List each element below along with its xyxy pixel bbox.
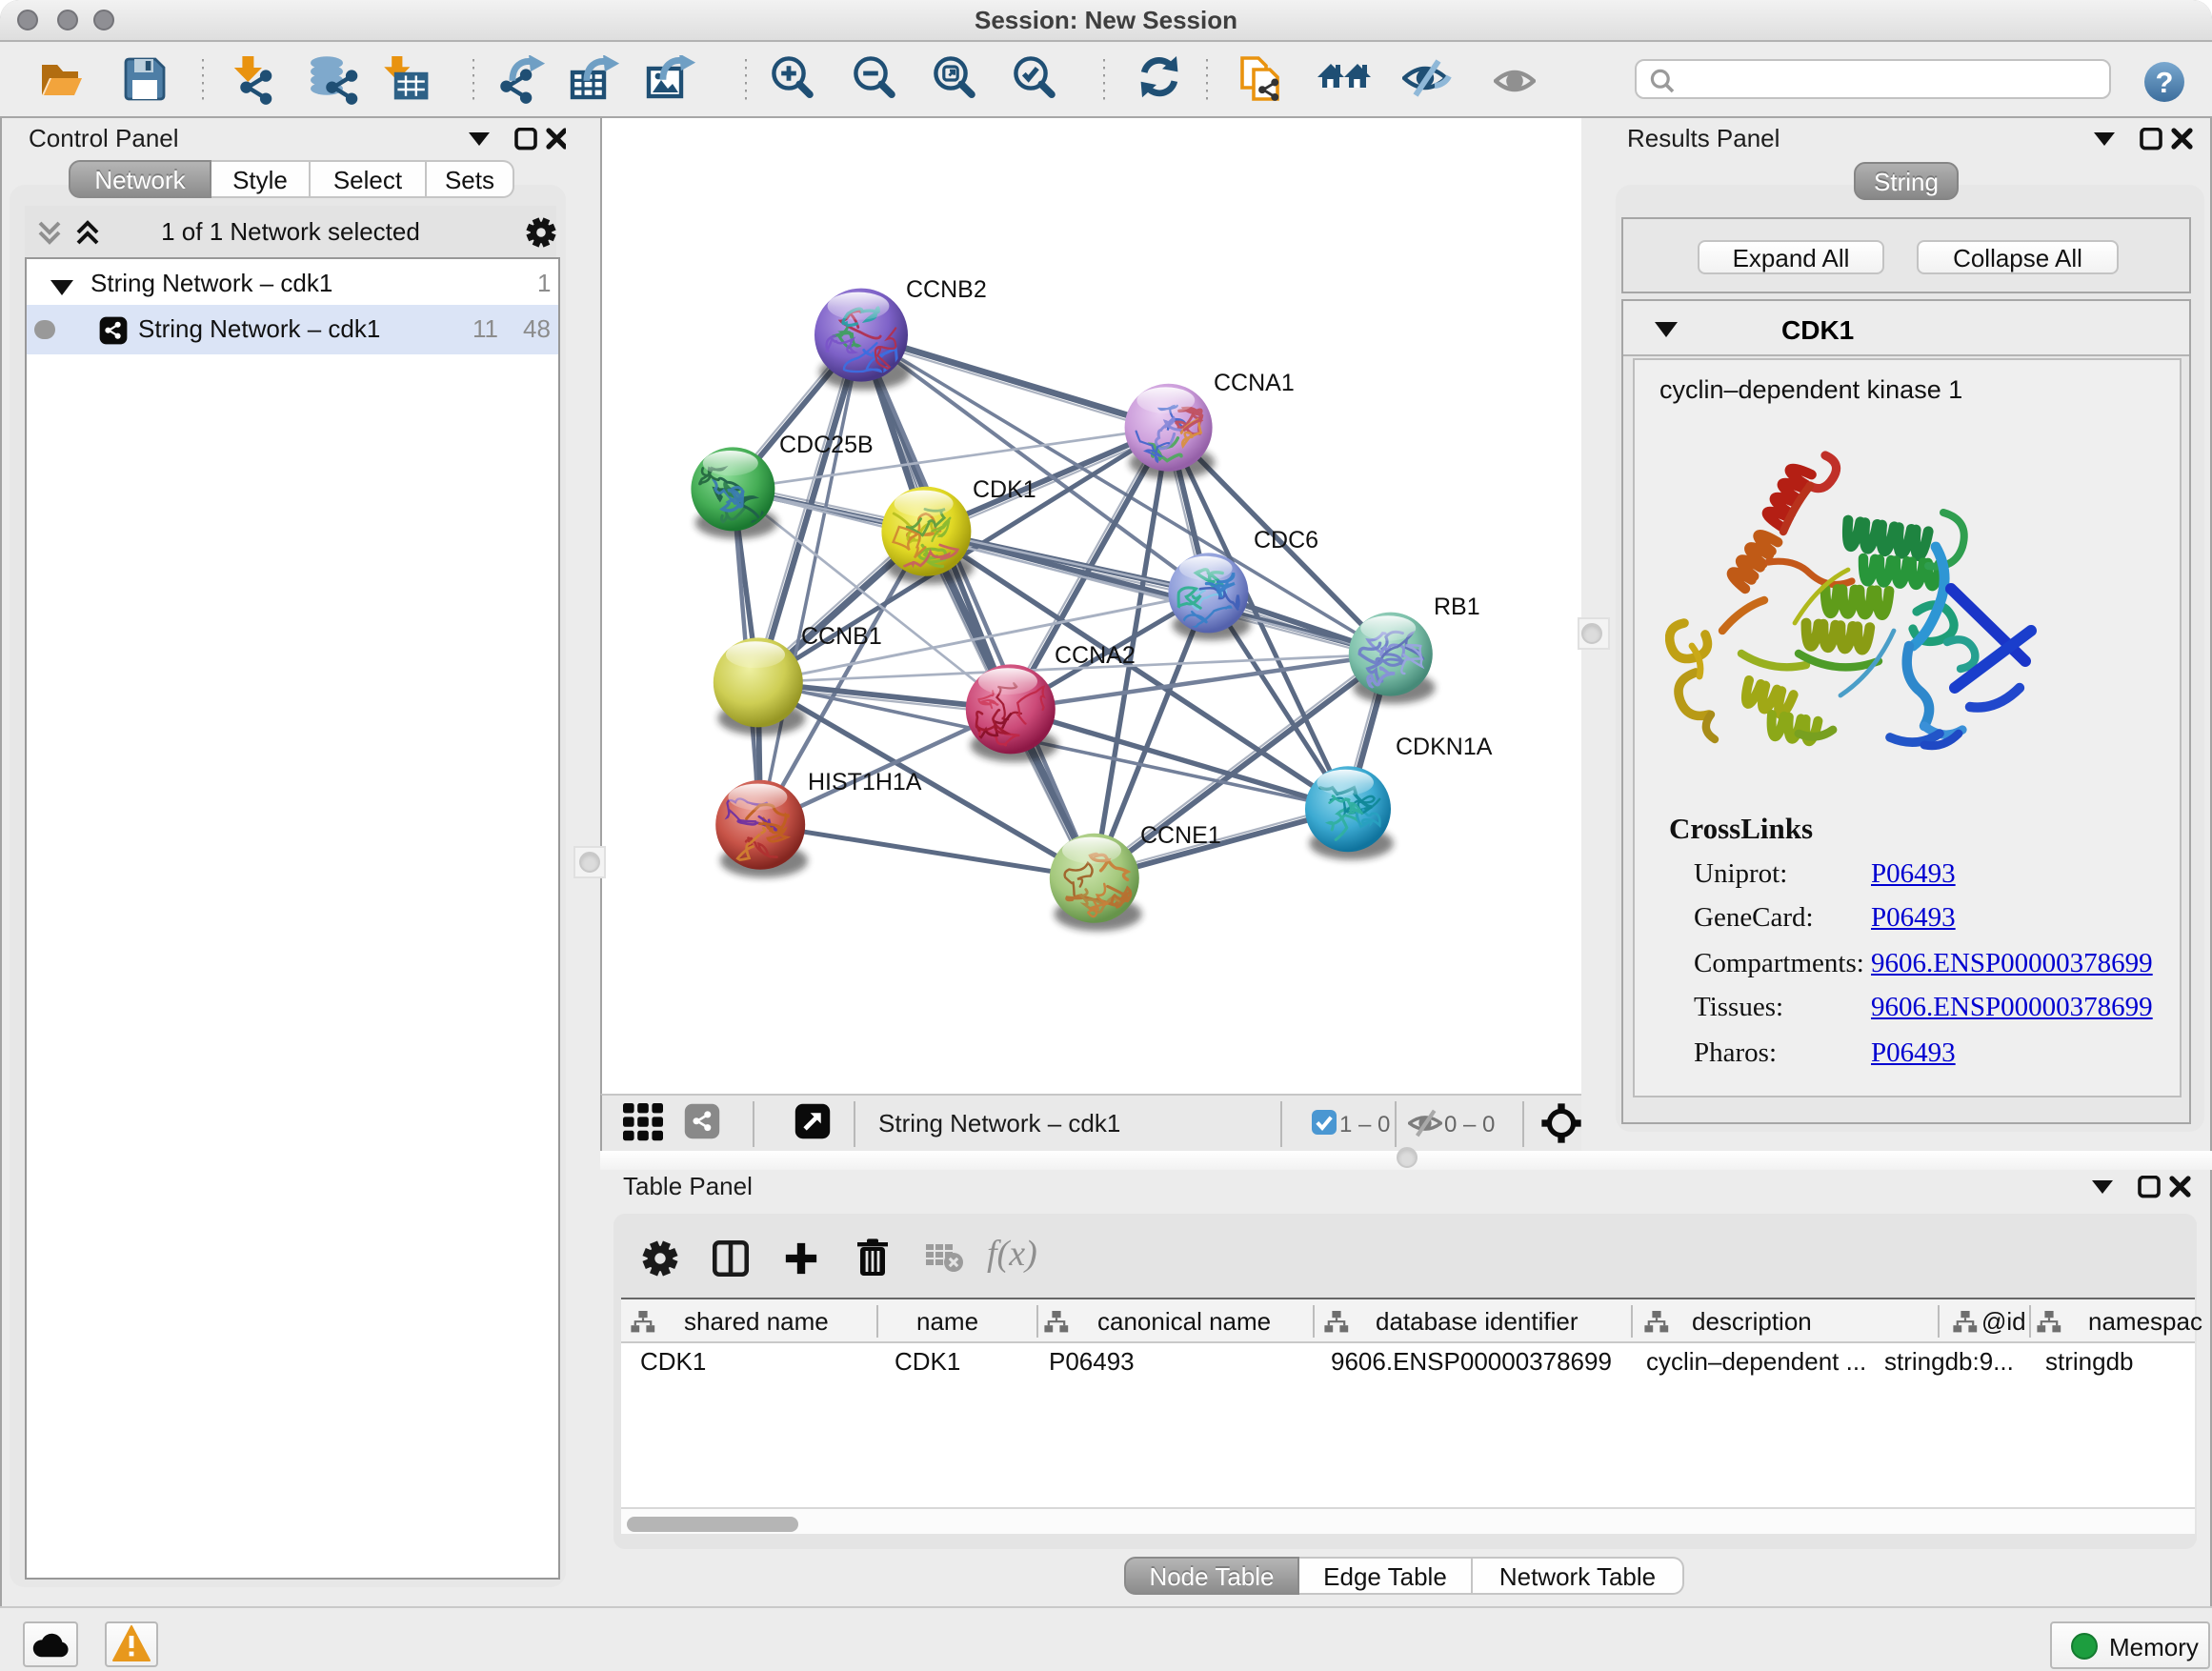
svg-text:RB1: RB1 — [1434, 594, 1480, 620]
svg-text:CDKN1A: CDKN1A — [1396, 734, 1493, 760]
svg-text:?: ? — [2156, 66, 2174, 99]
svg-text:CDK1: CDK1 — [973, 476, 1036, 503]
svg-text:CDC25B: CDC25B — [779, 432, 874, 458]
svg-text:CCNB1: CCNB1 — [801, 623, 882, 650]
svg-text:CCNA1: CCNA1 — [1214, 370, 1295, 396]
svg-text:CCNB2: CCNB2 — [906, 276, 987, 303]
svg-text:CCNA2: CCNA2 — [1055, 642, 1136, 669]
svg-text:HIST1H1A: HIST1H1A — [808, 769, 922, 795]
svg-text:CCNE1: CCNE1 — [1140, 822, 1221, 849]
svg-text:CDC6: CDC6 — [1254, 527, 1318, 554]
